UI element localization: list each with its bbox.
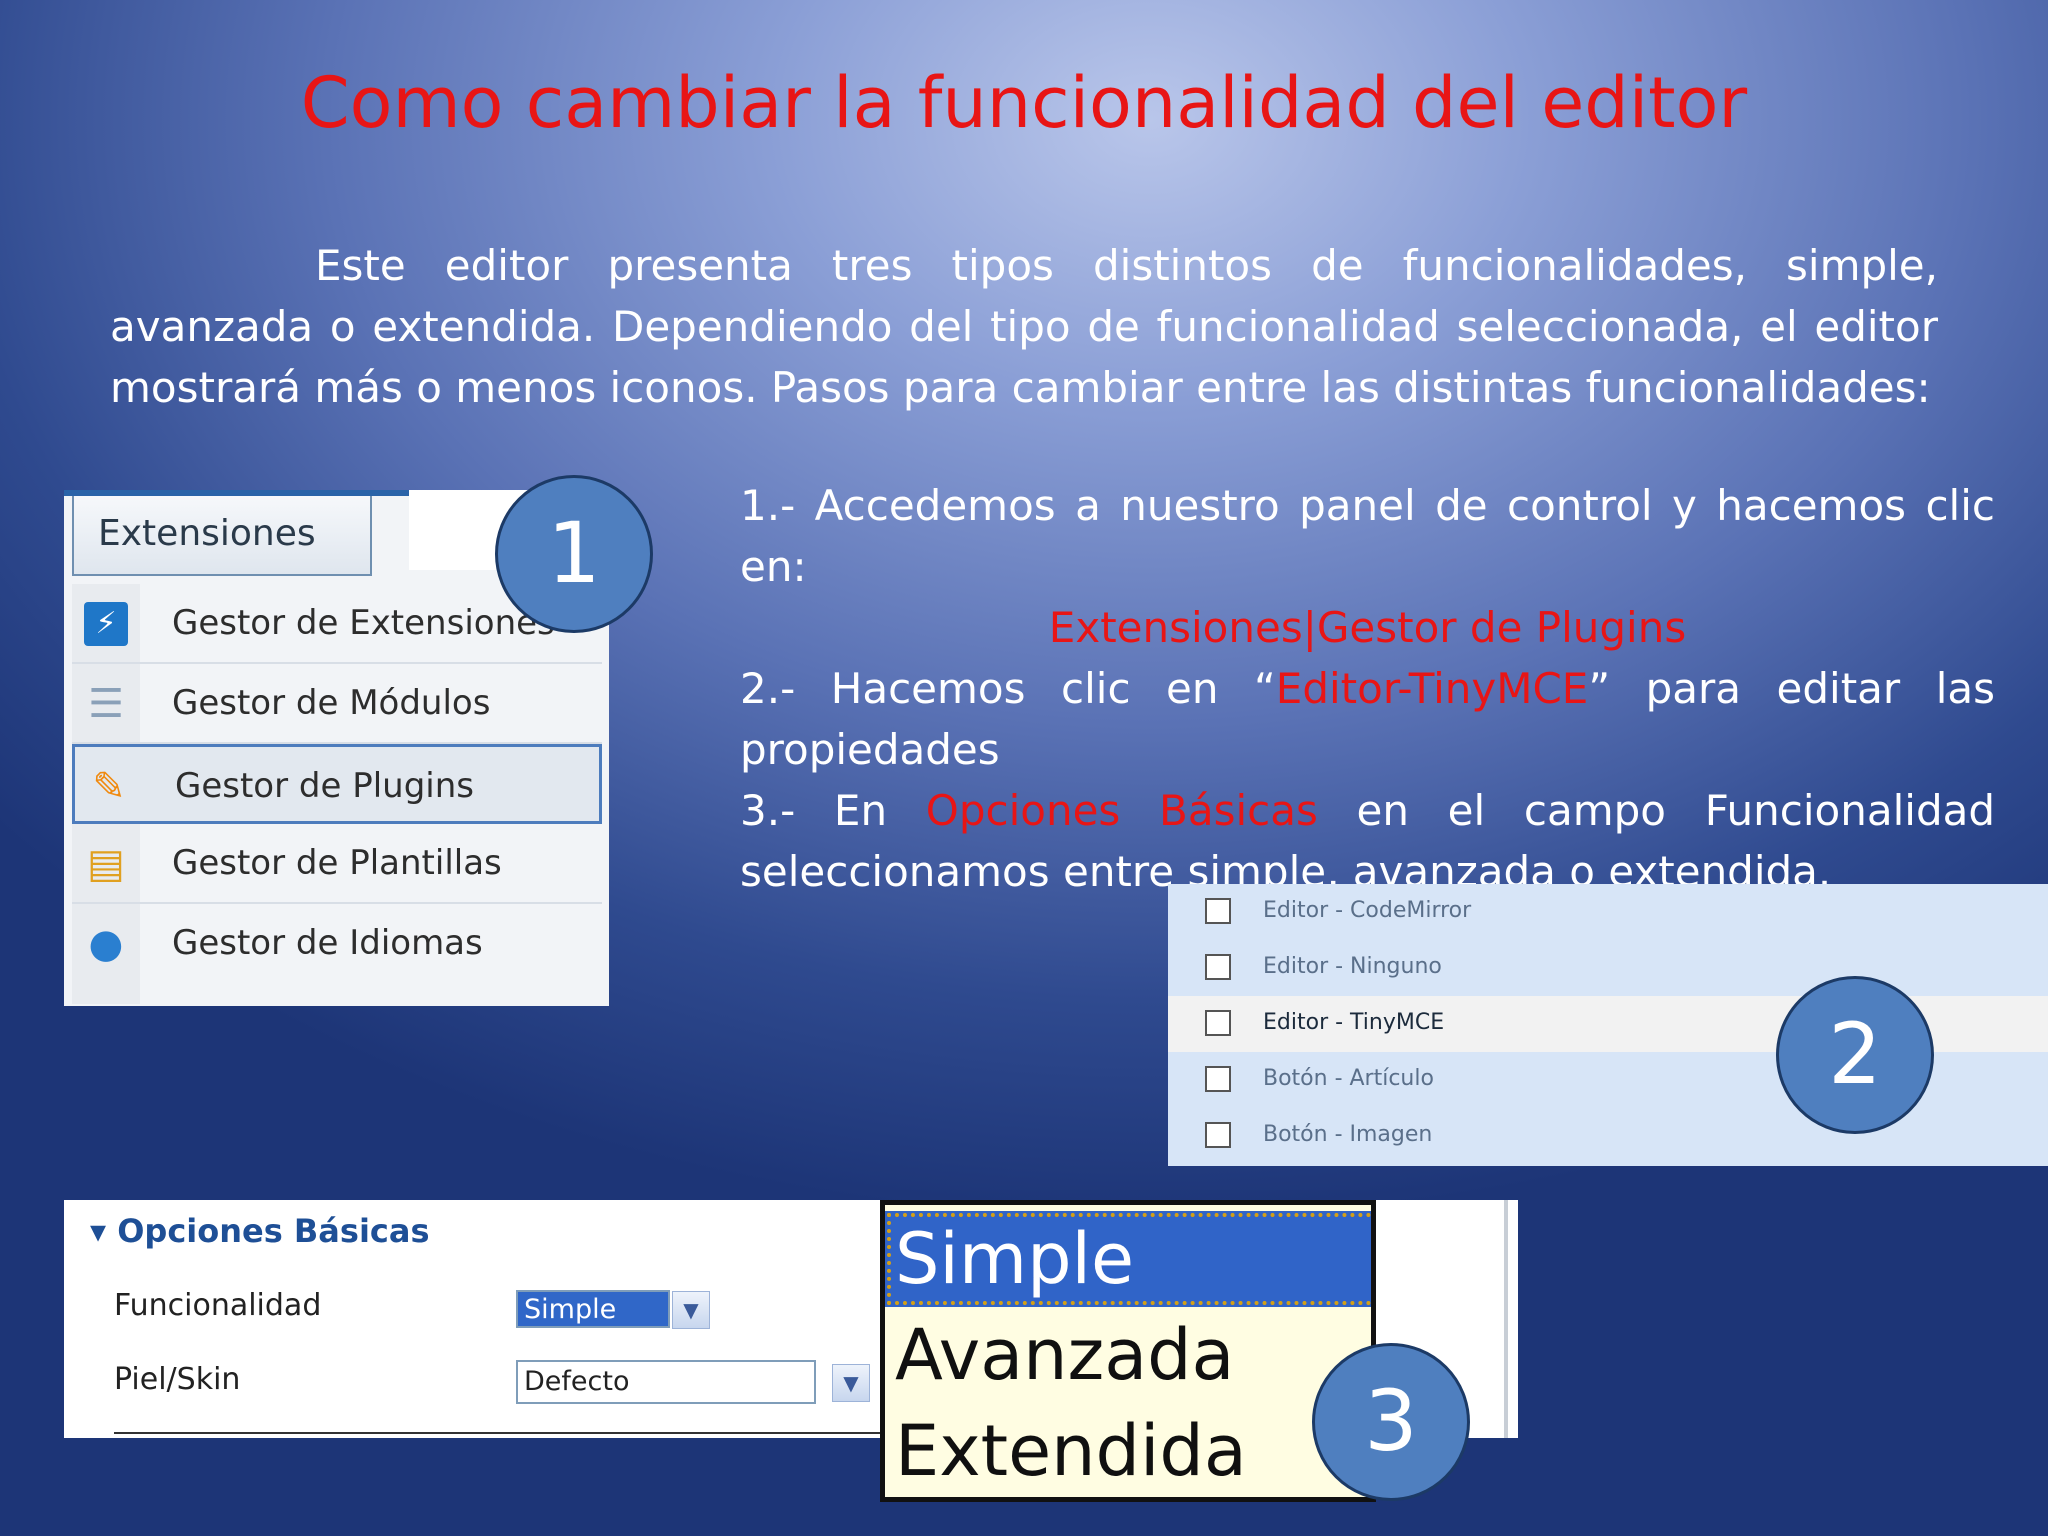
plugin-link[interactable]: Editor - Ninguno [1263,940,1442,994]
options-header-label: Opciones Básicas [117,1212,430,1250]
triangle-down-icon: ▾ [90,1212,118,1250]
plugin-row-codemirror[interactable]: Editor - CodeMirror [1168,884,2048,940]
plugin-row-boton-imagen[interactable]: Botón - Imagen [1168,1108,2048,1164]
divider-line [114,1432,954,1434]
step-2-text: 2.- Hacemos clic en “Editor-TinyMCE” par… [740,658,1995,780]
step-1-path: Extensiones|Gestor de Plugins [1048,603,1687,652]
step-badge-2: 2 [1776,976,1934,1134]
row-checkbox[interactable] [1205,1122,1231,1148]
option-extendida[interactable]: Extendida [885,1403,1371,1497]
step-1-text: 1.- Accedemos a nuestro panel de control… [740,481,1995,591]
menu-item-gestor-plantillas[interactable]: ▤ Gestor de Plantillas [72,824,602,904]
step-badge-3: 3 [1312,1343,1470,1501]
funcionalidad-select[interactable]: Simple [516,1290,670,1328]
menu-item-gestor-modulos[interactable]: ☰ Gestor de Módulos [72,664,602,744]
menu-item-label: Gestor de Idiomas [172,923,483,963]
funcionalidad-dropdown-zoom: Simple Avanzada Extendida [880,1200,1376,1502]
menu-item-label: Gestor de Extensiones [172,603,555,643]
options-header[interactable]: ▾ Opciones Básicas [90,1212,430,1250]
menu-item-gestor-plugins[interactable]: ✎ Gestor de Plugins [72,744,602,824]
plugin-link[interactable]: Editor - TinyMCE [1263,996,1444,1050]
chevron-down-icon[interactable]: ▼ [832,1364,870,1402]
steps-block: 1.- Accedemos a nuestro panel de control… [740,475,1995,902]
menu-item-label: Gestor de Módulos [172,683,491,723]
tab-extensiones[interactable]: Extensiones [72,496,372,576]
step-badge-1: 1 [495,475,653,633]
extensions-dropdown-menu: ⚡ Gestor de Extensiones ☰ Gestor de Módu… [72,584,602,984]
field-label-funcionalidad: Funcionalidad [114,1288,322,1323]
plugin-link[interactable]: Editor - CodeMirror [1263,884,1471,938]
skin-select[interactable]: Defecto [516,1360,816,1404]
chevron-down-icon[interactable]: ▼ [672,1291,710,1329]
menu-item-label: Gestor de Plugins [175,766,474,806]
plugin-link[interactable]: Botón - Imagen [1263,1108,1432,1162]
intro-paragraph: Este editor presenta tres tipos distinto… [110,241,1938,412]
menu-item-label: Gestor de Plantillas [172,843,502,883]
row-checkbox[interactable] [1205,1066,1231,1092]
step-2-highlight: Editor-TinyMCE [1275,664,1589,713]
step-3-pre: 3.- En [740,786,926,835]
globe-icon: ● [88,921,124,967]
step-2-pre: 2.- Hacemos clic en “ [740,664,1276,713]
plugin-link[interactable]: Botón - Artículo [1263,1052,1434,1106]
plugin-row-ninguno[interactable]: Editor - Ninguno [1168,940,2048,996]
step-3-highlight: Opciones Básicas [925,786,1318,835]
option-simple[interactable]: Simple [885,1211,1371,1307]
modules-icon: ☰ [88,681,124,727]
row-checkbox[interactable] [1205,954,1231,980]
row-checkbox[interactable] [1205,898,1231,924]
panel-edge [1504,1200,1508,1438]
menu-item-gestor-idiomas[interactable]: ● Gestor de Idiomas [72,904,602,984]
slide-title: Como cambiar la funcionalidad del editor [300,62,1748,144]
option-avanzada[interactable]: Avanzada [885,1307,1371,1403]
field-label-piel-skin: Piel/Skin [114,1362,241,1397]
template-icon: ▤ [87,841,125,887]
extension-icon: ⚡ [84,602,128,646]
plugin-icon: ✎ [92,764,126,810]
row-checkbox[interactable] [1205,1010,1231,1036]
